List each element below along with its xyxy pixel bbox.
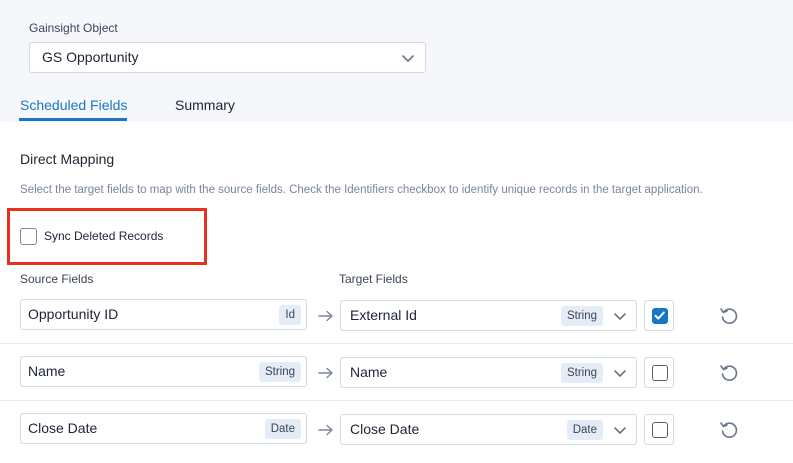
source-fields-header: Source Fields bbox=[20, 272, 94, 286]
sync-deleted-records-label: Sync Deleted Records bbox=[44, 229, 164, 243]
mapping-row: Name String Name String bbox=[0, 356, 793, 406]
target-type-badge: String bbox=[560, 306, 603, 326]
section-title: Direct Mapping bbox=[20, 151, 115, 167]
identifier-checkbox[interactable] bbox=[652, 422, 668, 438]
check-icon bbox=[654, 311, 665, 320]
source-type-badge: String bbox=[258, 362, 301, 382]
gainsight-object-label: Gainsight Object bbox=[29, 21, 118, 35]
identifier-checkbox[interactable] bbox=[652, 308, 668, 324]
sync-deleted-records-checkbox[interactable] bbox=[20, 228, 37, 245]
source-field[interactable]: Opportunity ID Id bbox=[20, 299, 307, 330]
identifier-cell bbox=[644, 357, 674, 388]
target-field-value: Name bbox=[350, 364, 388, 380]
source-field[interactable]: Close Date Date bbox=[20, 413, 307, 444]
chevron-down-icon bbox=[614, 427, 626, 434]
row-divider bbox=[0, 343, 793, 344]
identifier-checkbox[interactable] bbox=[652, 365, 668, 381]
chevron-down-icon bbox=[614, 313, 626, 320]
source-field-value: Name bbox=[28, 363, 66, 379]
chevron-down-icon bbox=[614, 370, 626, 377]
reset-icon[interactable] bbox=[718, 418, 740, 440]
gainsight-object-select[interactable]: GS Opportunity bbox=[29, 42, 426, 73]
reset-icon[interactable] bbox=[718, 361, 740, 383]
active-tab-indicator bbox=[19, 118, 127, 121]
tab-summary[interactable]: Summary bbox=[175, 97, 235, 113]
arrow-right-icon bbox=[318, 310, 333, 322]
target-field-select[interactable]: Close Date Date bbox=[340, 414, 637, 445]
tab-scheduled-fields[interactable]: Scheduled Fields bbox=[20, 97, 127, 113]
arrow-right-icon bbox=[318, 424, 333, 436]
reset-icon[interactable] bbox=[718, 304, 740, 326]
mapping-row: Opportunity ID Id External Id String bbox=[0, 299, 793, 349]
target-type-badge: Date bbox=[566, 420, 603, 440]
identifier-cell bbox=[644, 414, 674, 445]
identifier-cell bbox=[644, 300, 674, 331]
target-field-value: Close Date bbox=[350, 421, 420, 437]
source-field-value: Close Date bbox=[28, 420, 98, 436]
target-fields-header: Target Fields bbox=[339, 272, 408, 286]
source-type-badge: Id bbox=[279, 305, 301, 325]
target-field-select[interactable]: External Id String bbox=[340, 300, 637, 331]
section-help-text: Select the target fields to map with the… bbox=[20, 184, 703, 196]
source-field-value: Opportunity ID bbox=[28, 306, 119, 322]
source-field[interactable]: Name String bbox=[20, 356, 307, 387]
source-type-badge: Date bbox=[264, 419, 301, 439]
row-divider bbox=[0, 400, 793, 401]
chevron-down-icon bbox=[402, 55, 414, 62]
gainsight-object-value: GS Opportunity bbox=[42, 49, 139, 65]
mapping-row: Close Date Date Close Date Date bbox=[0, 413, 793, 463]
target-field-select[interactable]: Name String bbox=[340, 357, 637, 388]
arrow-right-icon bbox=[318, 367, 333, 379]
target-type-badge: String bbox=[560, 363, 603, 383]
target-field-value: External Id bbox=[350, 307, 417, 323]
